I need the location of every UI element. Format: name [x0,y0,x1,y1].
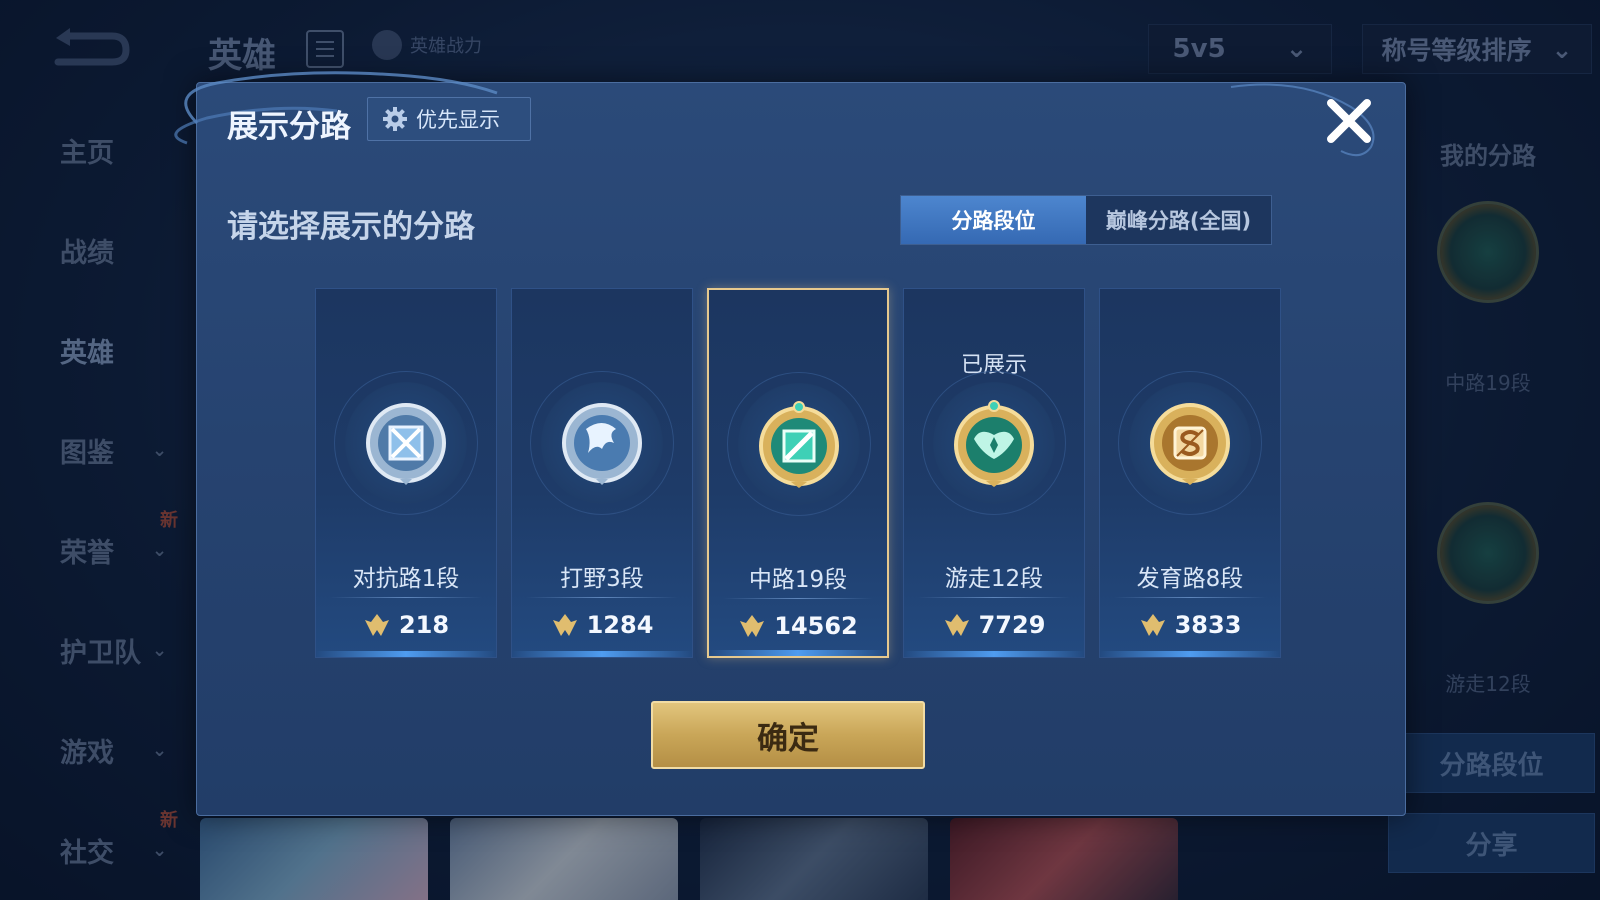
lane-name: 对抗路1段 [352,566,460,592]
lane-points-value: 1284 [586,611,654,639]
lane-points-value: 7729 [978,611,1046,639]
divider [526,597,678,598]
close-icon[interactable] [1323,95,1375,147]
lane-name: 游走12段 [944,566,1044,592]
card-glow [709,650,887,656]
lane-name: 打野3段 [560,566,644,592]
priority-display-button[interactable]: 优先显示 [367,97,531,141]
dialog-title: 展示分路 [227,109,351,145]
lane-points: 218 [316,611,496,639]
card-glow [512,651,692,657]
lane-tabs: 分路段位 巅峰分路(全国) [900,195,1272,245]
tab-lane-rank[interactable]: 分路段位 [901,196,1086,244]
card-glow [316,651,496,657]
swirl-decoration [1230,83,1375,157]
lane-card-list: 对抗路1段 218 打野3段 1284 中路19段 14562 已展示 游走12… [315,288,1281,658]
lane-points-value: 3833 [1174,611,1242,639]
rank-points-icon [740,615,765,637]
display-lane-dialog: 展示分路 优先显示 请选择展示的分路 分路段位 巅峰分路(全国) 对抗路1段 2… [174,71,1406,816]
lane-card-jungle[interactable]: 打野3段 1284 [511,288,693,658]
lane-points: 1284 [512,611,692,639]
lane-card-mid[interactable]: 中路19段 14562 [707,288,889,658]
silver-lane-badge-icon [366,403,446,485]
lane-name: 中路19段 [748,567,848,593]
gold-mid-lane-badge-icon [759,401,839,488]
confirm-button[interactable]: 确定 [651,701,925,769]
lane-card-farm[interactable]: 发育路8段 3833 [1099,288,1281,658]
rank-points-icon [552,614,577,636]
lane-points: 14562 [709,612,887,640]
rank-points-icon [1140,614,1165,636]
rank-points-icon [944,614,969,636]
lane-points: 3833 [1100,611,1280,639]
rank-points-icon [364,614,389,636]
dialog-subtitle: 请选择展示的分路 [227,209,475,245]
tab-peak-lane-national[interactable]: 巅峰分路(全国) [1086,196,1271,244]
lane-card-roam[interactable]: 已展示 游走12段 7729 [903,288,1085,658]
card-glow [904,651,1084,657]
divider [1114,597,1266,598]
divider [918,597,1070,598]
card-glow [1100,651,1280,657]
lane-points-value: 218 [398,611,450,639]
lane-name: 发育路8段 [1136,566,1244,592]
priority-display-label: 优先显示 [416,108,500,132]
divider [723,598,873,599]
gold-roam-badge-icon [954,400,1034,487]
divider [330,597,482,598]
gear-icon [383,107,407,131]
silver-dragon-badge-icon [562,403,642,485]
lane-points: 7729 [904,611,1084,639]
gold-farm-lane-badge-icon [1150,403,1230,485]
lane-card-top[interactable]: 对抗路1段 218 [315,288,497,658]
lane-points-value: 14562 [774,612,858,640]
